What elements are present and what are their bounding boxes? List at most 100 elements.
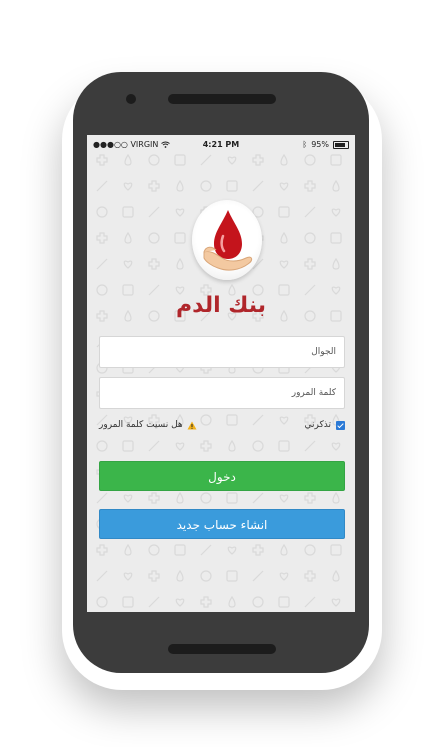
pattern-glyph — [278, 440, 290, 452]
pattern-glyph — [176, 179, 184, 192]
pattern-glyph — [278, 206, 290, 218]
pattern-glyph — [124, 153, 132, 166]
pattern-glyph — [252, 154, 264, 166]
pattern-glyph — [278, 596, 290, 608]
pattern-glyph — [96, 180, 108, 192]
pattern-glyph — [200, 440, 212, 452]
pattern-glyph — [304, 440, 316, 452]
pattern-glyph — [331, 208, 341, 217]
pattern-glyph — [96, 544, 108, 556]
pattern-glyph — [148, 258, 160, 270]
bluetooth-icon: ᛒ — [302, 140, 308, 149]
pattern-glyph — [304, 258, 316, 270]
pattern-glyph — [176, 569, 184, 582]
pattern-glyph — [124, 543, 132, 556]
pattern-glyph — [332, 569, 340, 582]
battery-percent: 95% — [311, 140, 329, 149]
pattern-glyph — [96, 570, 108, 582]
pattern-glyph — [123, 494, 133, 503]
remember-checkbox[interactable] — [336, 420, 345, 430]
pattern-glyph — [332, 491, 340, 504]
pattern-glyph — [148, 492, 160, 504]
remember-me[interactable]: تذكرني — [305, 420, 345, 430]
pattern-glyph — [252, 440, 264, 452]
pattern-glyph — [330, 544, 342, 556]
pattern-glyph — [96, 232, 108, 244]
pattern-glyph — [226, 570, 238, 582]
pattern-glyph — [304, 544, 316, 556]
pattern-glyph — [332, 257, 340, 270]
password-input[interactable] — [100, 378, 344, 408]
forgot-password-link[interactable]: هل نسيت كلمة المرور — [99, 420, 197, 430]
pattern-glyph — [123, 260, 133, 269]
pattern-glyph — [304, 180, 316, 192]
pattern-glyph — [123, 572, 133, 581]
status-bar: ●●●○○ VIRGIN 4:21 PM ᛒ 95% — [87, 135, 355, 155]
pattern-glyph — [226, 180, 238, 192]
pattern-glyph — [200, 492, 212, 504]
pattern-glyph — [228, 595, 236, 608]
pattern-glyph — [280, 543, 288, 556]
phone-input[interactable] — [100, 337, 344, 367]
pattern-glyph — [252, 596, 264, 608]
pattern-glyph — [304, 232, 316, 244]
pattern-glyph — [279, 572, 289, 581]
pattern-glyph — [330, 154, 342, 166]
pattern-glyph — [304, 570, 316, 582]
pattern-glyph — [148, 570, 160, 582]
pattern-glyph — [174, 232, 186, 244]
pattern-glyph — [279, 494, 289, 503]
home-bar — [168, 644, 276, 654]
pattern-glyph — [200, 154, 212, 166]
pattern-glyph — [200, 544, 212, 556]
pattern-glyph — [252, 492, 264, 504]
app-logo — [192, 200, 262, 280]
password-field[interactable] — [99, 377, 345, 409]
pattern-glyph — [96, 596, 108, 608]
camera-icon — [126, 94, 136, 104]
pattern-glyph — [96, 206, 108, 218]
pattern-glyph — [148, 154, 160, 166]
pattern-glyph — [122, 596, 134, 608]
pattern-glyph — [252, 180, 264, 192]
pattern-glyph — [304, 492, 316, 504]
pattern-glyph — [304, 206, 316, 218]
pattern-glyph — [331, 598, 341, 607]
pattern-glyph — [227, 546, 237, 555]
battery-icon — [333, 140, 349, 149]
pattern-glyph — [96, 154, 108, 166]
pattern-glyph — [174, 154, 186, 166]
pattern-glyph — [200, 596, 212, 608]
pattern-glyph — [280, 153, 288, 166]
pattern-glyph — [332, 179, 340, 192]
pattern-glyph — [148, 596, 160, 608]
app-screen: ●●●○○ VIRGIN 4:21 PM ᛒ 95% بنك الدم الجو… — [87, 135, 355, 612]
pattern-glyph — [148, 440, 160, 452]
pattern-glyph — [252, 544, 264, 556]
hand-icon — [203, 246, 253, 271]
phone-field[interactable] — [99, 336, 345, 368]
pattern-glyph — [279, 182, 289, 191]
pattern-glyph — [252, 570, 264, 582]
pattern-glyph — [175, 442, 185, 451]
pattern-glyph — [96, 492, 108, 504]
app-title: بنك الدم — [175, 293, 267, 318]
pattern-glyph — [304, 154, 316, 166]
pattern-glyph — [96, 258, 108, 270]
warning-icon — [187, 421, 197, 429]
pattern-glyph — [148, 180, 160, 192]
status-right: ᛒ 95% — [302, 140, 349, 149]
pattern-glyph — [123, 182, 133, 191]
pattern-glyph — [96, 440, 108, 452]
form-options: تذكرني هل نسيت كلمة المرور — [99, 420, 345, 434]
pattern-glyph — [148, 232, 160, 244]
pattern-glyph — [200, 180, 212, 192]
pattern-glyph — [148, 544, 160, 556]
register-button[interactable]: انشاء حساب جديد — [99, 509, 345, 539]
pattern-glyph — [280, 231, 288, 244]
pattern-glyph — [174, 544, 186, 556]
pattern-glyph — [122, 440, 134, 452]
pattern-glyph — [122, 206, 134, 218]
pattern-glyph — [200, 570, 212, 582]
login-button[interactable]: دخول — [99, 461, 345, 491]
